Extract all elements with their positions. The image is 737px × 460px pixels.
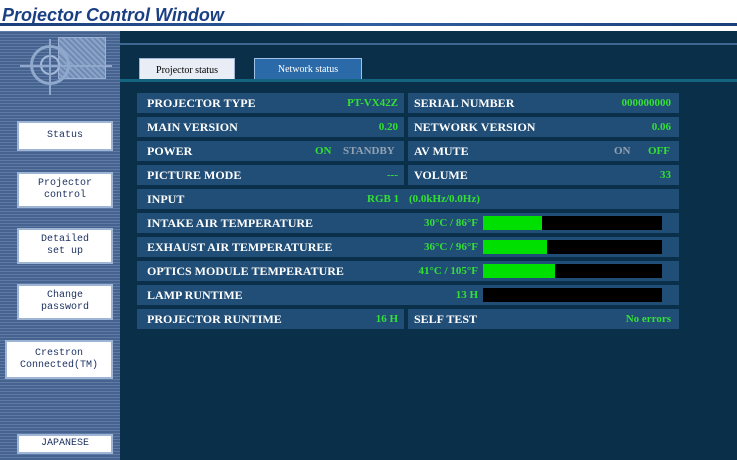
exhaust-air-temp-value: 36°C / 96°F [423,241,478,253]
main-version-value: 0.20 [378,121,398,133]
main-version-label: MAIN VERSION [147,120,238,134]
projector-type-label: PROJECTOR TYPE [147,96,256,110]
projector-runtime-label: PROJECTOR RUNTIME [147,312,282,326]
volume-value: 33 [660,169,671,181]
self-test-label: SELF TEST [414,312,478,326]
logo-crosshair-v [49,39,51,95]
self-test-value: No errors [625,313,671,325]
row-lamp-runtime: LAMP RUNTIME 13 H [137,285,679,305]
logo-crosshair-h [20,65,112,67]
row-network-version: NETWORK VERSION 0.06 [408,117,679,137]
row-optics-module-temperature: OPTICS MODULE TEMPERATURE 41°C / 105°F [137,261,679,281]
intake-air-temp-value: 30°C / 86°F [423,217,478,229]
sidebar: Status Projector control Detailed set up… [0,31,120,460]
lamp-runtime-bar [483,288,662,302]
tab-projector-status[interactable]: Projector status [139,58,235,81]
row-power: POWER ON STANDBY [137,141,404,161]
optics-module-temp-value: 41°C / 105°F [418,265,478,277]
input-value: RGB 1 [367,193,400,205]
row-intake-air-temperature: INTAKE AIR TEMPERATURE 30°C / 86°F [137,213,679,233]
detailed-setup-button[interactable]: Detailed set up [17,228,113,264]
row-serial-number: SERIAL NUMBER 000000000 [408,93,679,113]
picture-mode-value: --- [387,169,398,181]
projector-type-value: PT-VX42Z [347,97,398,109]
crestron-connected-button[interactable]: Crestron Connected(TM) [5,340,113,379]
serial-number-label: SERIAL NUMBER [414,96,515,110]
av-mute-off-indicator: OFF [648,145,670,157]
row-self-test: SELF TEST No errors [408,309,679,329]
row-picture-mode: PICTURE MODE --- [137,165,404,185]
status-button[interactable]: Status [17,121,113,151]
serial-number-value: 000000000 [621,97,672,109]
power-label: POWER [147,144,193,158]
intake-air-temp-bar-fill [483,216,543,230]
top-divider [120,43,737,45]
row-exhaust-air-temperature: EXHAUST AIR TEMPERATUREE 36°C / 96°F [137,237,679,257]
row-input: INPUT RGB 1 (0.0kHz/0.0Hz) [137,189,679,209]
intake-air-temp-bar [483,216,662,230]
projector-runtime-value: 16 H [375,313,398,325]
row-projector-type: PROJECTOR TYPE PT-VX42Z [137,93,404,113]
av-mute-label: AV MUTE [414,144,469,158]
main-panel: Projector status Network status PROJECTO… [120,31,737,460]
power-standby-indicator: STANDBY [343,145,395,157]
projector-control-button[interactable]: Projector control [17,172,113,208]
tab-network-status[interactable]: Network status [254,58,362,81]
optics-module-temp-bar [483,264,662,278]
row-main-version: MAIN VERSION 0.20 [137,117,404,137]
window-title: Projector Control Window [2,5,224,25]
optics-module-temp-label: OPTICS MODULE TEMPERATURE [147,264,344,278]
network-version-value: 0.06 [651,121,671,133]
logo-graphic [0,31,120,108]
lamp-runtime-value: 13 H [455,289,478,301]
intake-air-temp-label: INTAKE AIR TEMPERATURE [147,216,314,230]
exhaust-air-temp-bar [483,240,662,254]
exhaust-air-temp-label: EXHAUST AIR TEMPERATUREE [147,240,333,254]
title-bar: Projector Control Window [0,0,737,31]
tab-underline-band [120,79,737,82]
lamp-runtime-label: LAMP RUNTIME [147,288,243,302]
network-version-label: NETWORK VERSION [414,120,536,134]
input-label: INPUT [147,192,185,206]
title-underline [0,23,737,26]
volume-label: VOLUME [414,168,468,182]
optics-module-temp-bar-fill [483,264,555,278]
av-mute-on-indicator: ON [614,145,631,157]
power-on-indicator: ON [315,145,332,157]
picture-mode-label: PICTURE MODE [147,168,242,182]
row-projector-runtime: PROJECTOR RUNTIME 16 H [137,309,404,329]
input-signal-value: (0.0kHz/0.0Hz) [409,193,480,205]
japanese-language-button[interactable]: JAPANESE [17,434,113,454]
row-av-mute: AV MUTE ON OFF [408,141,679,161]
row-volume: VOLUME 33 [408,165,679,185]
exhaust-air-temp-bar-fill [483,240,548,254]
change-password-button[interactable]: Change password [17,284,113,320]
